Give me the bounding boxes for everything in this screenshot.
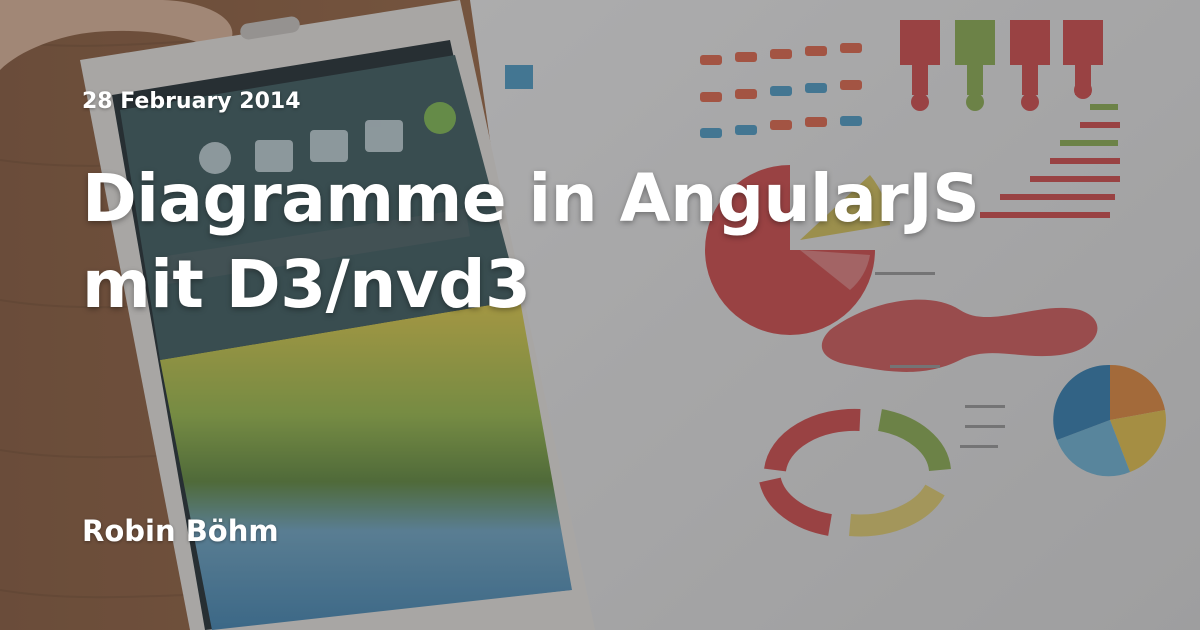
post-author: Robin Böhm — [82, 514, 279, 548]
post-date: 28 February 2014 — [82, 89, 301, 114]
post-title-line-2: mit D3/nvd3 — [82, 246, 531, 323]
post-title-line-1: Diagramme in AngularJS — [82, 160, 980, 237]
post-title: Diagramme in AngularJS mit D3/nvd3 — [82, 156, 1162, 328]
social-card: 28 February 2014 Diagramme in AngularJS … — [0, 0, 1200, 630]
